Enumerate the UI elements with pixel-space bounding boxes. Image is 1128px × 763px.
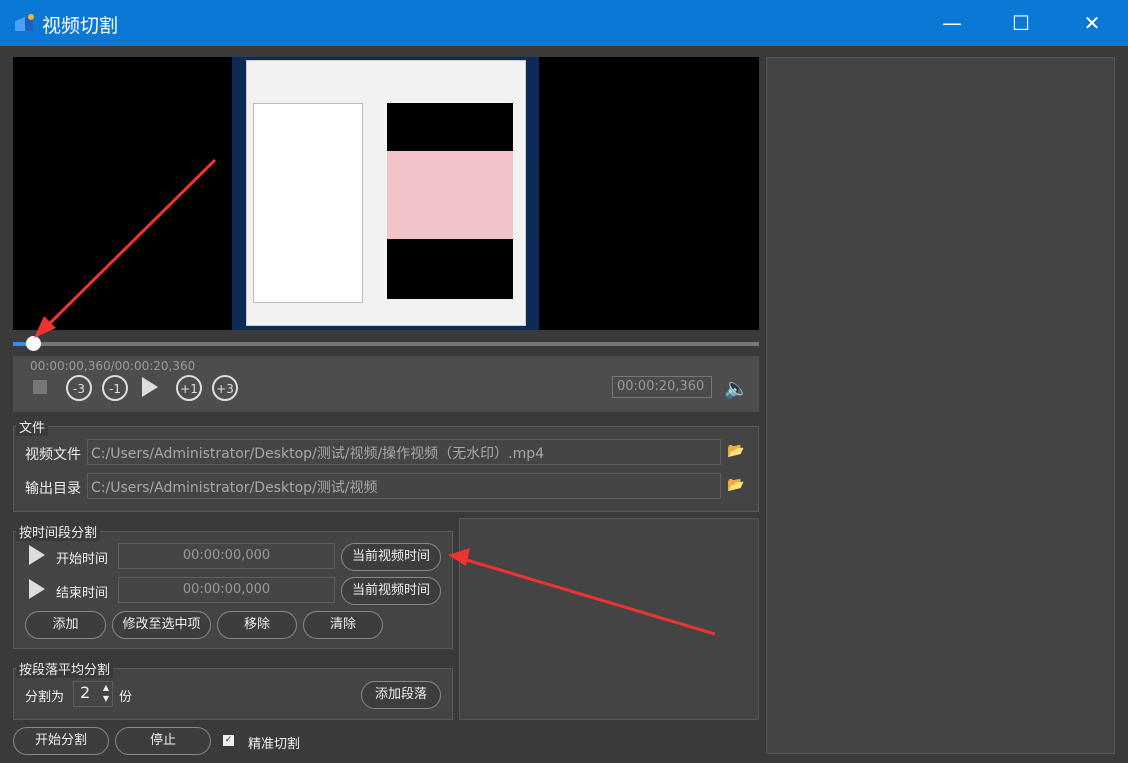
annotation-arrowhead	[448, 548, 470, 566]
annotation-arrows	[34, 158, 716, 636]
annotation-arrow-button	[459, 556, 716, 636]
annotation-arrow-seek	[38, 158, 217, 335]
